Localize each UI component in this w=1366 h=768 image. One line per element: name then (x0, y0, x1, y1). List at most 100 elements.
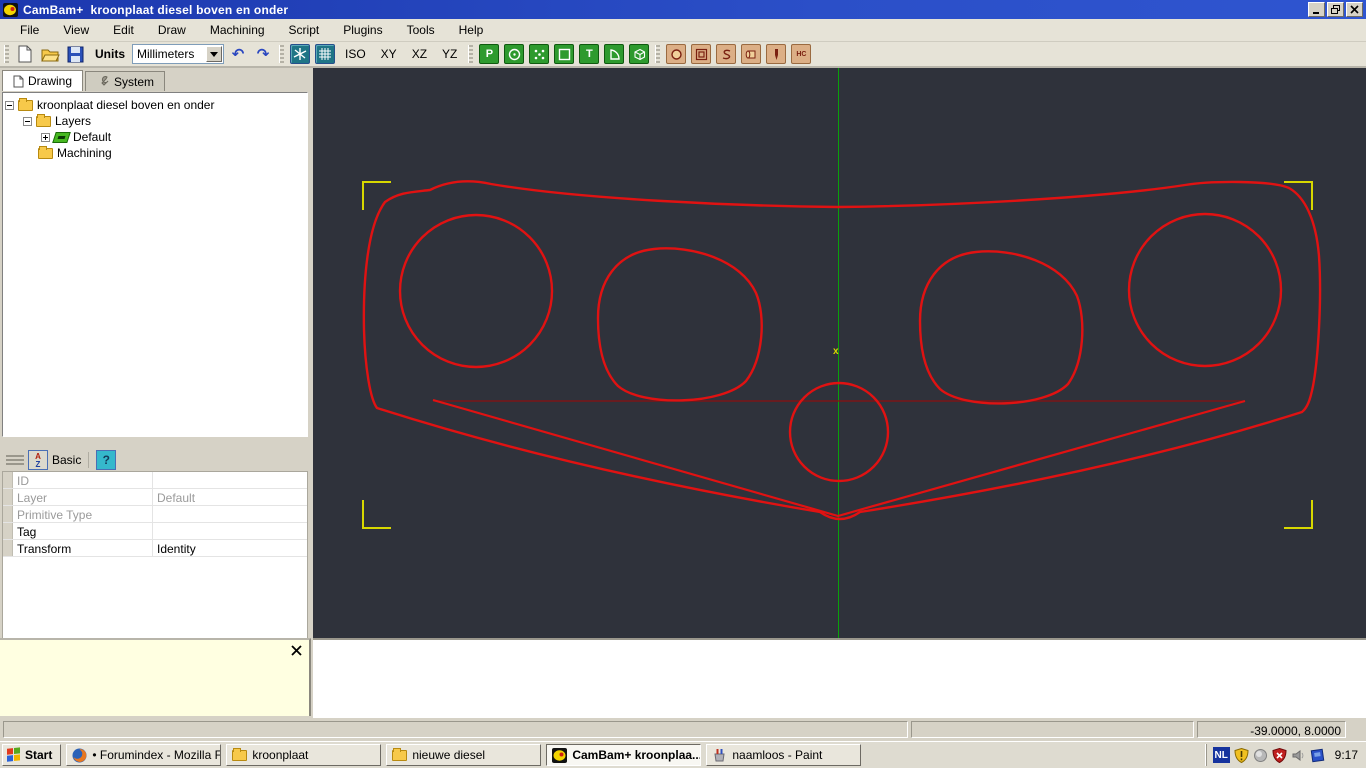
menu-bar: File View Edit Draw Machining Script Plu… (0, 19, 1366, 42)
property-value[interactable] (153, 523, 307, 539)
cursor-coordinates: -39.0000, 8.0000 (1197, 721, 1346, 738)
menu-edit[interactable]: Edit (101, 20, 146, 40)
left-fork-hole[interactable] (398, 213, 554, 369)
menu-plugins[interactable]: Plugins (331, 20, 394, 40)
view-xy-button[interactable]: XY (375, 44, 403, 64)
new-file-button[interactable] (14, 43, 36, 65)
updates-icon[interactable] (1253, 748, 1268, 763)
separator (88, 452, 90, 468)
view-yz-button[interactable]: YZ (436, 44, 463, 64)
draw-polyline-button[interactable]: P (479, 44, 500, 64)
units-dropdown[interactable]: Millimeters (132, 44, 224, 64)
property-help-button[interactable]: ? (96, 450, 117, 470)
task-firefox[interactable]: • Forumindex - Mozilla Fir... (66, 744, 222, 766)
property-row-primitive-type[interactable]: Primitive Type (3, 506, 307, 523)
redo-button[interactable]: ↷ (252, 43, 274, 65)
tab-system[interactable]: System (85, 71, 166, 91)
pocket-icon (695, 48, 707, 60)
drawing-geometry (362, 68, 1322, 638)
machine-hc-button[interactable]: HC (791, 44, 812, 64)
start-button[interactable]: Start (2, 744, 62, 766)
security-alert-icon[interactable] (1272, 747, 1287, 763)
toolbar-grip[interactable] (468, 45, 474, 63)
right-inner-hole[interactable] (918, 250, 1084, 405)
tree-node-layers[interactable]: Layers (5, 113, 305, 129)
crown-plate-outline[interactable] (362, 180, 1322, 521)
task-paint[interactable]: naamloos - Paint (706, 744, 862, 766)
window-title: CamBam+ kroonplaat diesel boven en onder (23, 2, 289, 17)
machine-lathe-button[interactable] (741, 44, 762, 64)
property-row-transform[interactable]: Transform Identity (3, 540, 307, 557)
view-iso-button[interactable]: ISO (339, 44, 372, 64)
tab-drawing[interactable]: Drawing (2, 70, 84, 91)
machine-pocket-button[interactable] (691, 44, 712, 64)
property-label: Tag (13, 523, 153, 539)
chevron-down-icon (210, 51, 218, 57)
tree-node-machining[interactable]: Machining (5, 145, 305, 161)
language-indicator[interactable]: NL (1212, 747, 1230, 763)
draw-circle-button[interactable] (504, 44, 525, 64)
menu-help[interactable]: Help (447, 20, 496, 40)
right-fork-hole[interactable] (1127, 212, 1283, 368)
machine-engrave-button[interactable] (716, 44, 737, 64)
minimize-button[interactable] (1308, 2, 1325, 17)
desktop: { "window": { "title": "CamBam+ kroonpla… (0, 0, 1366, 768)
draw-points-button[interactable] (529, 44, 550, 64)
task-nieuwe-diesel-folder[interactable]: nieuwe diesel (386, 744, 542, 766)
task-cambam[interactable]: CamBam+ kroonplaa... (546, 744, 702, 766)
machine-drill-button[interactable] (666, 44, 687, 64)
tree-node-root[interactable]: kroonplaat diesel boven en onder (5, 97, 305, 113)
hc-icon: HC (796, 50, 807, 58)
menu-script[interactable]: Script (277, 20, 332, 40)
machine-drillbit-button[interactable] (766, 44, 787, 64)
open-file-button[interactable] (39, 43, 61, 65)
menu-draw[interactable]: Draw (146, 20, 198, 40)
property-value[interactable] (153, 506, 307, 522)
task-kroonplaat-folder[interactable]: kroonplaat (226, 744, 382, 766)
expand-icon[interactable] (41, 132, 50, 142)
alphabetical-sort-button[interactable]: A Z (28, 450, 48, 470)
menu-tools[interactable]: Tools (395, 20, 447, 40)
row-gutter (3, 540, 13, 556)
menu-machining[interactable]: Machining (198, 20, 277, 40)
show-grid-toggle[interactable] (315, 44, 335, 64)
draw-text-button[interactable]: T (579, 44, 600, 64)
property-row-layer[interactable]: Layer Default (3, 489, 307, 506)
tray-clock[interactable]: 9:17 (1335, 748, 1358, 762)
toolbar-grip[interactable] (279, 45, 284, 63)
show-axes-toggle[interactable] (290, 44, 310, 64)
property-value[interactable]: Identity (153, 540, 307, 556)
property-row-id[interactable]: ID (3, 472, 307, 489)
draw-arc-button[interactable] (604, 44, 625, 64)
tree-node-default-layer[interactable]: Default (5, 129, 305, 145)
main-toolbar: Units Millimeters ↶ ↷ ISO XY XZ YZ P T H… (0, 42, 1366, 68)
toolbar-grip[interactable] (4, 45, 9, 63)
property-value[interactable] (153, 472, 307, 488)
property-value[interactable]: Default (153, 489, 307, 505)
tray-app-icon[interactable] (1310, 748, 1325, 763)
save-button[interactable] (64, 43, 86, 65)
restore-button[interactable] (1327, 2, 1344, 17)
undo-button[interactable]: ↶ (227, 43, 249, 65)
text-icon: T (586, 48, 593, 60)
collapse-icon[interactable] (23, 116, 32, 126)
toolbar-grip[interactable] (655, 45, 661, 63)
draw-rectangle-button[interactable] (554, 44, 575, 64)
view-xz-button[interactable]: XZ (406, 44, 433, 64)
menu-file[interactable]: File (8, 20, 51, 40)
dropdown-arrow-button[interactable] (206, 46, 222, 62)
left-inner-hole[interactable] (596, 247, 763, 402)
cylinder-icon (745, 50, 756, 58)
menu-view[interactable]: View (51, 20, 101, 40)
open-folder-icon (40, 49, 60, 61)
close-panel-button[interactable] (290, 644, 303, 657)
volume-icon[interactable] (1291, 748, 1306, 763)
collapse-icon[interactable] (5, 100, 14, 110)
categorized-view-button[interactable] (6, 451, 24, 469)
security-warning-icon[interactable] (1234, 747, 1249, 763)
close-button[interactable] (1346, 2, 1363, 17)
property-row-tag[interactable]: Tag (3, 523, 307, 540)
drawing-canvas[interactable]: x (313, 68, 1366, 638)
draw-surface-button[interactable] (629, 44, 650, 64)
layer-icon (52, 131, 71, 143)
